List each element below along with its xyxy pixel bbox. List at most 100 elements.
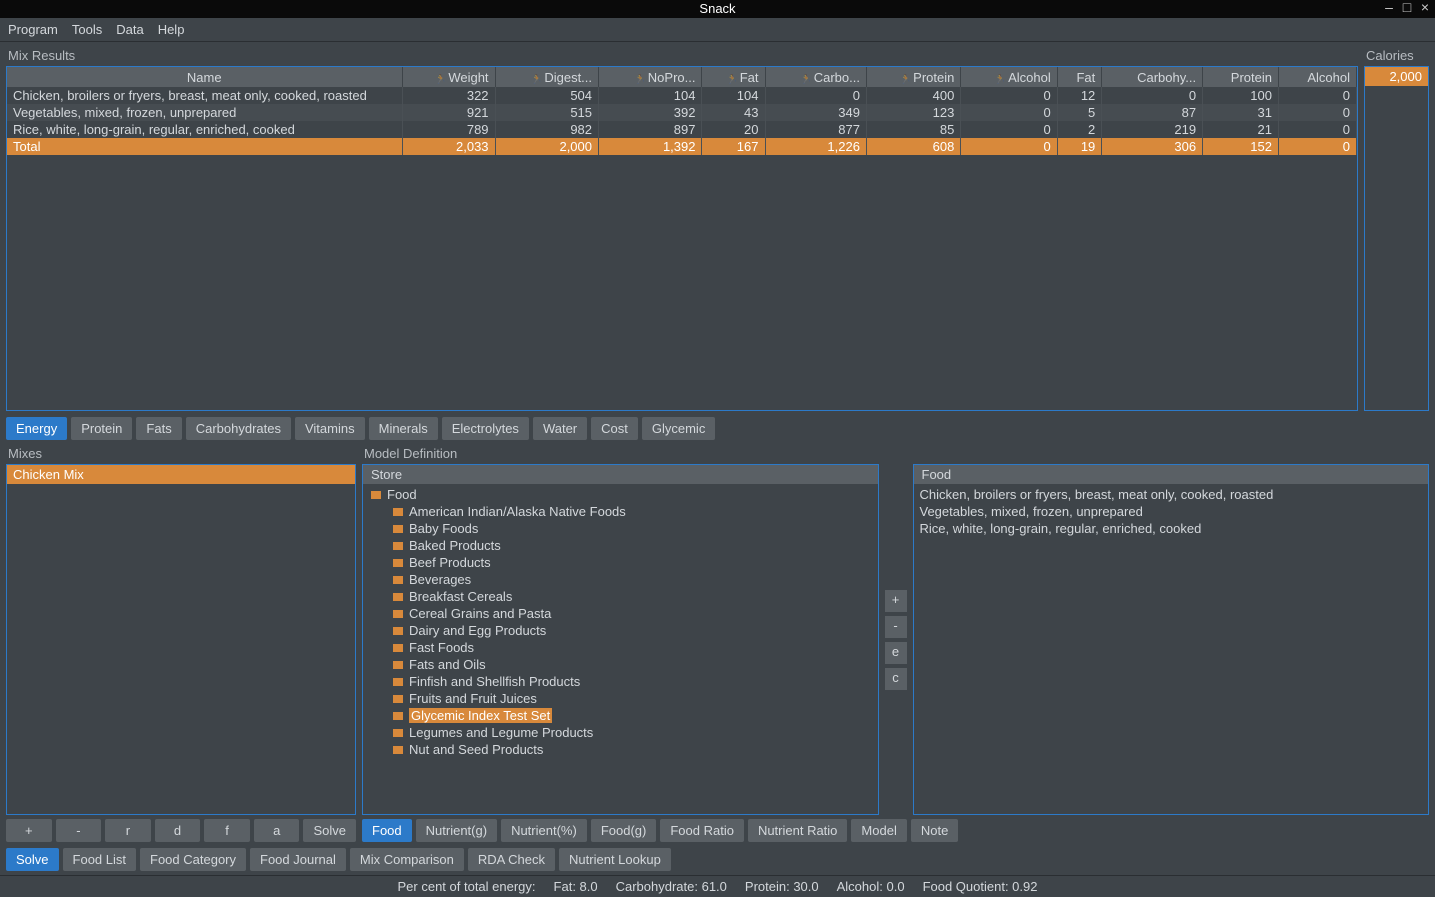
food-item[interactable]: Vegetables, mixed, frozen, unprepared: [920, 503, 1423, 520]
tree-item[interactable]: Finfish and Shellfish Products: [367, 673, 874, 690]
food-list[interactable]: Chicken, broilers or fryers, breast, mea…: [914, 484, 1429, 814]
col-protein[interactable]: Protein: [1203, 67, 1279, 87]
tree-item[interactable]: Cereal Grains and Pasta: [367, 605, 874, 622]
main-tab-rdacheck[interactable]: RDA Check: [468, 848, 555, 871]
close-icon[interactable]: ×: [1419, 2, 1431, 14]
cell: 515: [495, 104, 598, 121]
model-def-label: Model Definition: [364, 446, 1429, 461]
tree-item[interactable]: Fruits and Fruit Juices: [367, 690, 874, 707]
status-fat: Fat: 8.0: [554, 879, 598, 894]
tree-item[interactable]: Fats and Oils: [367, 656, 874, 673]
menu-help[interactable]: Help: [158, 22, 185, 37]
md-tab-foodg[interactable]: Food(g): [591, 819, 657, 842]
menu-tools[interactable]: Tools: [72, 22, 102, 37]
mixes-btn-f[interactable]: f: [204, 819, 250, 842]
row-name: Rice, white, long-grain, regular, enrich…: [7, 121, 402, 138]
md-tab-foodratio[interactable]: Food Ratio: [660, 819, 744, 842]
tree-item[interactable]: Nut and Seed Products: [367, 741, 874, 758]
tree-item[interactable]: American Indian/Alaska Native Foods: [367, 503, 874, 520]
mix-item[interactable]: Chicken Mix: [7, 465, 355, 484]
cell: 12: [1057, 87, 1102, 104]
main-tab-foodjournal[interactable]: Food Journal: [250, 848, 346, 871]
tree-item[interactable]: Beverages: [367, 571, 874, 588]
mixes-btn-a[interactable]: a: [254, 819, 300, 842]
md-tab-model[interactable]: Model: [851, 819, 906, 842]
col-carbohy[interactable]: Carbohy...: [1102, 67, 1203, 87]
cell: 1,392: [599, 138, 702, 155]
tree-item[interactable]: Breakfast Cereals: [367, 588, 874, 605]
tree-item[interactable]: Dairy and Egg Products: [367, 622, 874, 639]
minimize-icon[interactable]: ‒: [1383, 2, 1395, 14]
menu-data[interactable]: Data: [116, 22, 143, 37]
transfer-btn-c[interactable]: c: [885, 668, 907, 690]
energy-tabs: EnergyProteinFatsCarbohydratesVitaminsMi…: [6, 417, 1358, 440]
main-tab-foodlist[interactable]: Food List: [63, 848, 136, 871]
transfer-btn--[interactable]: -: [885, 616, 907, 638]
tree-root[interactable]: Food: [367, 486, 874, 503]
tab-energy[interactable]: Energy: [6, 417, 67, 440]
col-name[interactable]: Name: [7, 67, 402, 87]
transfer-btn-e[interactable]: e: [885, 642, 907, 664]
md-tab-nutrientg[interactable]: Nutrient(g): [416, 819, 497, 842]
col-fat[interactable]: Fat: [1057, 67, 1102, 87]
table-row[interactable]: Rice, white, long-grain, regular, enrich…: [7, 121, 1357, 138]
tree-item[interactable]: Beef Products: [367, 554, 874, 571]
tree-item[interactable]: Glycemic Index Test Set: [367, 707, 874, 724]
md-tab-nutrientratio[interactable]: Nutrient Ratio: [748, 819, 847, 842]
tab-protein[interactable]: Protein: [71, 417, 132, 440]
col-weight[interactable]: Weight: [402, 67, 495, 87]
table-row[interactable]: Chicken, broilers or fryers, breast, mea…: [7, 87, 1357, 104]
tree-item[interactable]: Baby Foods: [367, 520, 874, 537]
cell: 789: [402, 121, 495, 138]
tree-item[interactable]: Fast Foods: [367, 639, 874, 656]
tab-electrolytes[interactable]: Electrolytes: [442, 417, 529, 440]
main-tab-solve[interactable]: Solve: [6, 848, 59, 871]
main-tab-mixcomparison[interactable]: Mix Comparison: [350, 848, 464, 871]
col-carbo[interactable]: Carbo...: [765, 67, 866, 87]
status-carb: Carbohydrate: 61.0: [616, 879, 727, 894]
food-item[interactable]: Rice, white, long-grain, regular, enrich…: [920, 520, 1423, 537]
mixes-btn-solve[interactable]: Solve: [303, 819, 356, 842]
cell: 19: [1057, 138, 1102, 155]
store-tree[interactable]: FoodAmerican Indian/Alaska Native FoodsB…: [363, 484, 878, 814]
cell: 43: [702, 104, 765, 121]
maximize-icon[interactable]: □: [1401, 2, 1413, 14]
tab-minerals[interactable]: Minerals: [369, 417, 438, 440]
col-fat[interactable]: Fat: [702, 67, 765, 87]
statusbar: Per cent of total energy: Fat: 8.0 Carbo…: [0, 875, 1435, 897]
tab-water[interactable]: Water: [533, 417, 587, 440]
mixes-list[interactable]: Chicken Mix: [6, 464, 356, 815]
md-tab-note[interactable]: Note: [911, 819, 958, 842]
tree-item[interactable]: Baked Products: [367, 537, 874, 554]
col-alcohol[interactable]: Alcohol: [1279, 67, 1357, 87]
menu-program[interactable]: Program: [8, 22, 58, 37]
mix-results-label: Mix Results: [8, 48, 1358, 63]
cell: 349: [765, 104, 866, 121]
md-tab-food[interactable]: Food: [362, 819, 412, 842]
col-protein[interactable]: Protein: [866, 67, 960, 87]
tab-vitamins[interactable]: Vitamins: [295, 417, 365, 440]
tab-carbohydrates[interactable]: Carbohydrates: [186, 417, 291, 440]
tab-cost[interactable]: Cost: [591, 417, 638, 440]
tree-item[interactable]: Legumes and Legume Products: [367, 724, 874, 741]
tab-glycemic[interactable]: Glycemic: [642, 417, 715, 440]
mixes-btn-[interactable]: -: [56, 819, 102, 842]
cell: 123: [866, 104, 960, 121]
md-tab-nutrient[interactable]: Nutrient(%): [501, 819, 587, 842]
main-tab-foodcategory[interactable]: Food Category: [140, 848, 246, 871]
col-digest[interactable]: Digest...: [495, 67, 598, 87]
mixes-btn-+[interactable]: +: [6, 819, 52, 842]
table-row[interactable]: Total2,0332,0001,3921671,226608019306152…: [7, 138, 1357, 155]
mixes-btn-d[interactable]: d: [155, 819, 201, 842]
cell: 167: [702, 138, 765, 155]
col-nopro[interactable]: NoPro...: [599, 67, 702, 87]
tab-fats[interactable]: Fats: [136, 417, 181, 440]
mixes-btn-r[interactable]: r: [105, 819, 151, 842]
transfer-btn-+[interactable]: +: [885, 590, 907, 612]
cell: 5: [1057, 104, 1102, 121]
col-alcohol[interactable]: Alcohol: [961, 67, 1057, 87]
food-item[interactable]: Chicken, broilers or fryers, breast, mea…: [920, 486, 1423, 503]
main-tab-nutrientlookup[interactable]: Nutrient Lookup: [559, 848, 671, 871]
table-row[interactable]: Vegetables, mixed, frozen, unprepared921…: [7, 104, 1357, 121]
cell: 0: [961, 121, 1057, 138]
